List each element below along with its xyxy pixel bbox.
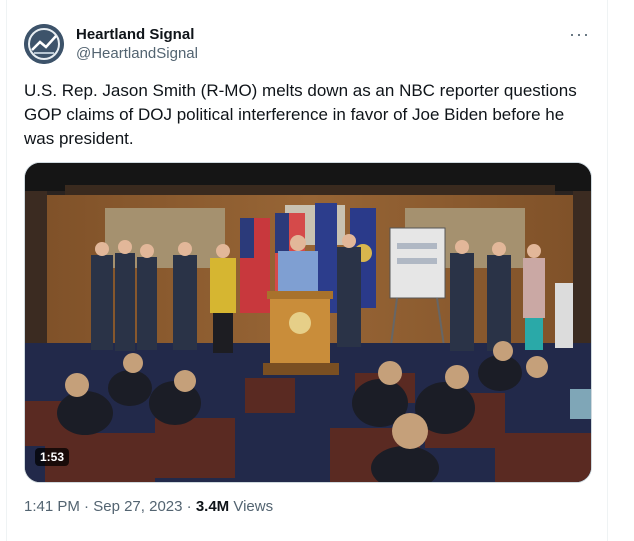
views-count[interactable]: 3.4M [196,498,229,515]
author-handle[interactable]: @HeartlandSignal [76,45,198,62]
author-display-name[interactable]: Heartland Signal [76,26,194,43]
video-duration-badge: 1:53 [35,448,70,466]
author-avatar[interactable] [24,24,64,64]
tweet-text: U.S. Rep. Jason Smith (R-MO) melts down … [24,81,577,148]
heartland-signal-logo-icon [24,24,64,64]
tweet-date: Sep 27, 2023 [93,498,183,515]
views-label: Views [233,498,274,515]
meta-separator-2: · [186,498,192,515]
video-player[interactable]: 1:53 [24,162,592,483]
more-dots-icon[interactable]: ··· [569,24,590,45]
tweet-time: 1:41 PM [24,498,80,515]
video-thumbnail [25,163,591,482]
meta-separator: · [84,498,90,515]
tweet-card: Heartland Signal @HeartlandSignal ··· U.… [6,0,608,541]
tweet-timestamp-link[interactable]: 1:41 PM · Sep 27, 2023 [24,498,182,515]
tweet-metadata: 1:41 PM · Sep 27, 2023 · 3.4M Views [24,498,273,515]
